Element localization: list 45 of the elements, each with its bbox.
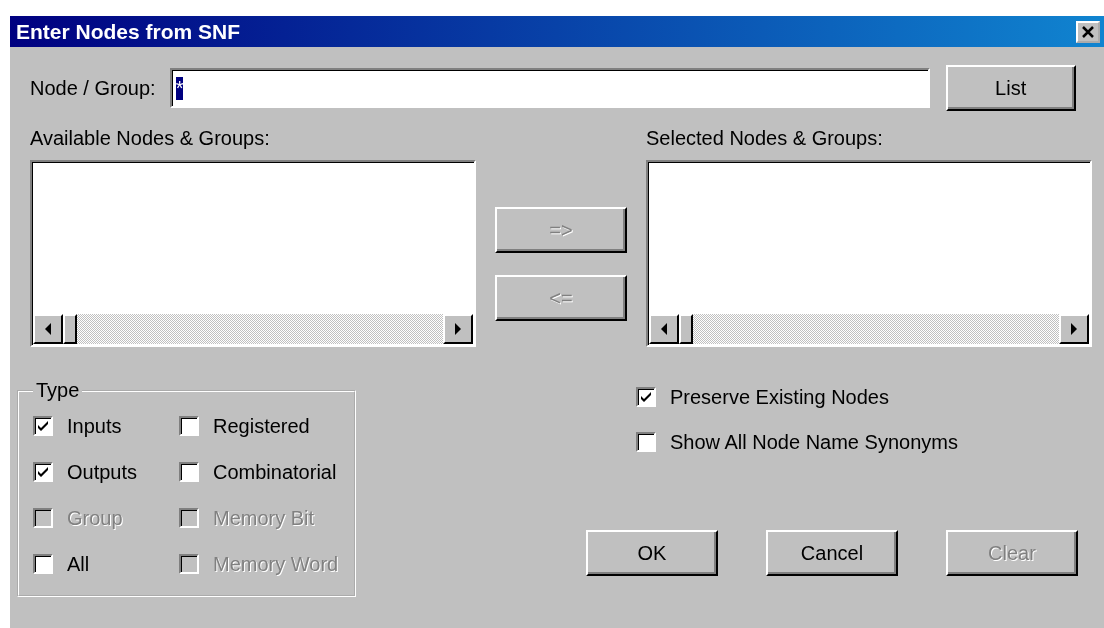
type-group-title: Type <box>35 379 81 402</box>
selected-label: Selected Nodes & Groups: <box>646 127 884 150</box>
checkbox[interactable] <box>636 387 656 407</box>
left-triangle-icon <box>660 323 668 335</box>
checkbox-label: Registered <box>213 414 310 438</box>
scroll-right-button[interactable] <box>443 314 473 344</box>
checkbox[interactable] <box>33 416 53 436</box>
scroll-thumb[interactable] <box>63 314 77 344</box>
checkbox-label: Memory Word <box>213 552 339 576</box>
available-label: Available Nodes & Groups: <box>30 127 271 150</box>
node-group-field[interactable]: * <box>169 68 930 108</box>
scroll-right-button[interactable] <box>1059 314 1089 344</box>
option-label: Preserve Existing Nodes <box>670 385 889 409</box>
close-button[interactable] <box>1076 20 1100 43</box>
scroll-thumb[interactable] <box>679 314 693 344</box>
right-triangle-icon <box>1070 323 1078 335</box>
checkbox-label: Group <box>67 506 123 530</box>
dialog-button[interactable]: Cancel <box>766 530 898 576</box>
check-icon <box>37 420 49 432</box>
option-label: Show All Node Name Synonyms <box>670 430 958 454</box>
checkbox-label: Outputs <box>67 460 138 484</box>
right-triangle-icon <box>454 323 462 335</box>
selected-list[interactable] <box>646 160 1092 347</box>
horizontal-scrollbar[interactable] <box>649 314 1089 344</box>
checkbox[interactable] <box>33 554 53 574</box>
node-group-label: Node / Group: <box>30 76 156 100</box>
horizontal-scrollbar[interactable] <box>33 314 473 344</box>
close-icon <box>1081 25 1095 38</box>
scroll-left-button[interactable] <box>33 314 63 344</box>
check-icon <box>640 391 652 403</box>
available-list[interactable] <box>30 160 476 347</box>
check-icon <box>37 466 49 478</box>
checkbox[interactable] <box>179 416 199 436</box>
checkbox-label: Inputs <box>67 414 122 438</box>
checkbox[interactable] <box>33 462 53 482</box>
checkbox[interactable] <box>179 462 199 482</box>
checkbox[interactable] <box>636 432 656 452</box>
scroll-left-button[interactable] <box>649 314 679 344</box>
window-title: Enter Nodes from SNF <box>16 19 241 44</box>
checkbox-label: All <box>67 552 90 576</box>
checkbox-label: Combinatorial <box>213 460 337 484</box>
checkbox-label: Memory Bit <box>213 506 315 530</box>
dialog-button[interactable]: OK <box>586 530 718 576</box>
left-triangle-icon <box>44 323 52 335</box>
list-button[interactable]: List <box>945 65 1076 111</box>
